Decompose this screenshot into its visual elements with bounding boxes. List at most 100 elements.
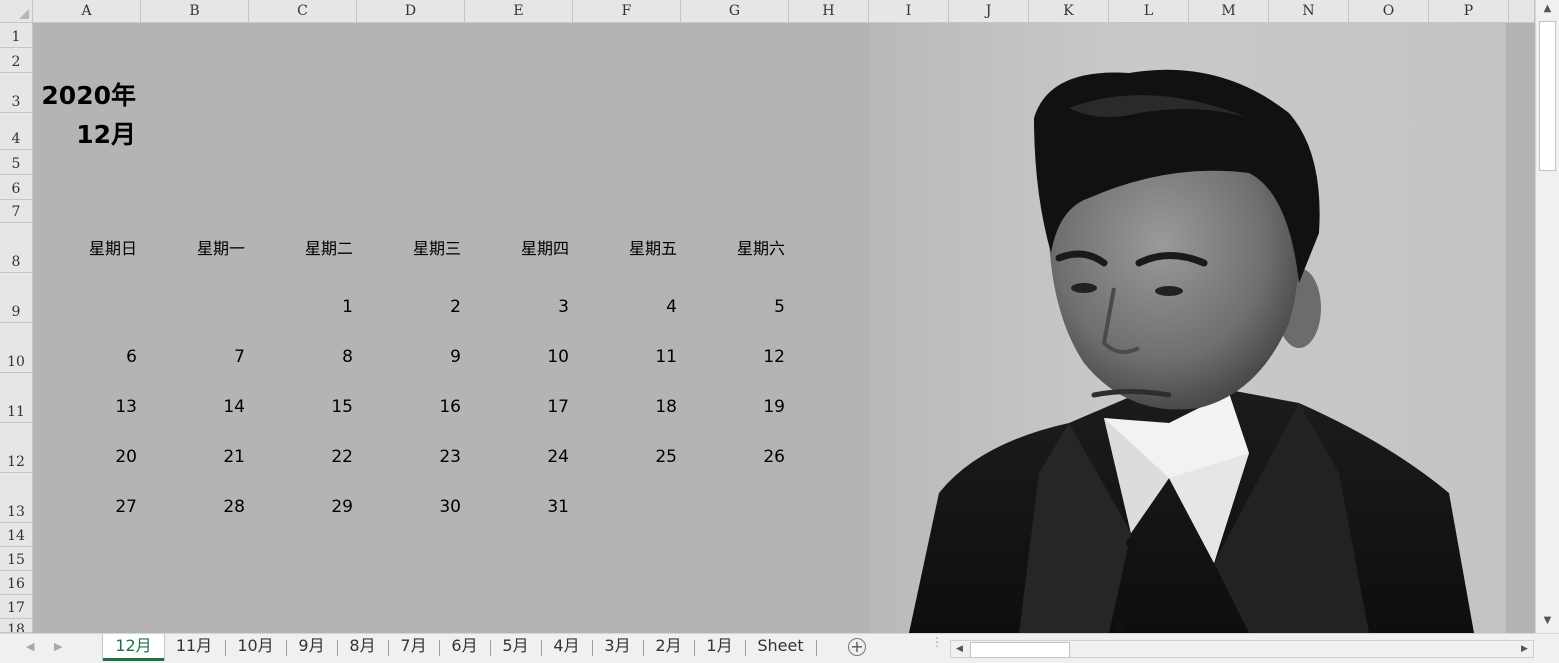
weekday-header: 星期一 — [196, 239, 245, 258]
calendar-day: 2 — [450, 297, 461, 317]
column-header-m[interactable]: M — [1189, 0, 1269, 23]
row-header-18[interactable]: 18 — [0, 619, 33, 633]
sheet-tab-5[interactable]: 5月 — [492, 634, 539, 660]
row-header-13[interactable]: 13 — [0, 473, 33, 523]
calendar-day: 25 — [655, 447, 677, 467]
add-sheet-plus-icon[interactable]: + — [848, 638, 866, 656]
scroll-right-arrow-icon[interactable]: ▶ — [1516, 641, 1533, 657]
column-header-c[interactable]: C — [249, 0, 357, 23]
tab-separator — [643, 640, 644, 656]
row-header-17[interactable]: 17 — [0, 595, 33, 619]
calendar-day: 11 — [655, 347, 677, 367]
calendar-year: 2020年 — [41, 81, 136, 110]
row-header-4[interactable]: 4 — [0, 113, 33, 150]
calendar-day: 23 — [439, 447, 461, 467]
column-header-d[interactable]: D — [357, 0, 465, 23]
row-header-2[interactable]: 2 — [0, 48, 33, 73]
row-header-9[interactable]: 9 — [0, 273, 33, 323]
column-header-f[interactable]: F — [573, 0, 681, 23]
sheet-tab-8[interactable]: 8月 — [339, 634, 386, 660]
calendar-day: 26 — [763, 447, 785, 467]
tab-separator — [541, 640, 542, 656]
worksheet-grid[interactable]: 2020年 12月 星期日 星期一 星期二 星期三 星期四 星期五 星期六 1 … — [33, 23, 1535, 633]
tab-separator — [490, 640, 491, 656]
vertical-scrollbar[interactable]: ▲ ▼ — [1535, 0, 1559, 633]
calendar-day: 6 — [126, 347, 137, 367]
tab-separator — [286, 640, 287, 656]
row-header-15[interactable]: 15 — [0, 547, 33, 571]
sheet-tab-6[interactable]: 6月 — [441, 634, 488, 660]
row-header-8[interactable]: 8 — [0, 223, 33, 273]
tab-separator — [225, 640, 226, 656]
row-number: 6 — [11, 181, 21, 197]
tab-scroll-left-icon[interactable]: ◀ — [26, 640, 34, 653]
calendar-day: 24 — [547, 447, 569, 467]
column-header-g[interactable]: G — [681, 0, 789, 23]
row-header-12[interactable]: 12 — [0, 423, 33, 473]
row-number: 5 — [11, 156, 21, 172]
sheet-tab-10[interactable]: 10月 — [227, 634, 284, 660]
weekday-header: 星期六 — [736, 239, 785, 258]
calendar-day: 12 — [763, 347, 785, 367]
tab-scroll-right-icon[interactable]: ▶ — [54, 640, 62, 653]
calendar-day: 9 — [450, 347, 461, 367]
sheet-tab-4[interactable]: 4月 — [543, 634, 590, 660]
scroll-left-arrow-icon[interactable]: ◀ — [951, 641, 968, 657]
row-header-7[interactable]: 7 — [0, 200, 33, 223]
sheet-tab-12[interactable]: 12月 — [103, 634, 164, 661]
row-header-1[interactable]: 1 — [0, 23, 33, 48]
row-header-10[interactable]: 10 — [0, 323, 33, 373]
column-header-p[interactable]: P — [1429, 0, 1509, 23]
calendar-day: 8 — [342, 347, 353, 367]
select-all-triangle — [19, 9, 29, 19]
scroll-down-arrow-icon[interactable]: ▼ — [1536, 612, 1559, 630]
row-header-5[interactable]: 5 — [0, 150, 33, 175]
row-header-3[interactable]: 3 — [0, 73, 33, 113]
calendar-day: 19 — [763, 397, 785, 417]
sheet-tab-3[interactable]: 3月 — [594, 634, 641, 660]
row-number: 13 — [7, 504, 25, 520]
row-header-16[interactable]: 16 — [0, 571, 33, 595]
sheet-tab-1[interactable]: 1月 — [696, 634, 743, 660]
sheet-tab-9[interactable]: 9月 — [288, 634, 335, 660]
weekday-header: 星期四 — [520, 239, 569, 258]
row-number: 10 — [7, 354, 25, 370]
sheet-tab-bar: ◀ ▶ 12月 11月 10月 9月 8月 7月 6月 5月 4月 3月 2月 … — [0, 633, 1559, 663]
calendar-day: 21 — [223, 447, 245, 467]
row-header-14[interactable]: 14 — [0, 523, 33, 547]
sheet-tab-7[interactable]: 7月 — [390, 634, 437, 660]
column-header-b[interactable]: B — [141, 0, 249, 23]
column-header-a[interactable]: A — [33, 0, 141, 23]
sheet-tab-sheet[interactable]: Sheet — [747, 634, 814, 660]
column-header-i[interactable]: I — [869, 0, 949, 23]
calendar-day: 4 — [666, 297, 677, 317]
row-number: 17 — [7, 600, 25, 616]
sheet-tab-11[interactable]: 11月 — [166, 634, 222, 660]
column-header-e[interactable]: E — [465, 0, 573, 23]
row-header-6[interactable]: 6 — [0, 175, 33, 200]
calendar-day: 10 — [547, 347, 569, 367]
tab-separator — [745, 640, 746, 656]
horizontal-scrollbar[interactable]: ◀ ▶ — [950, 640, 1534, 658]
calendar-day: 7 — [234, 347, 245, 367]
select-all-corner[interactable] — [0, 0, 33, 23]
calendar-day: 1 — [342, 297, 353, 317]
column-header-o[interactable]: O — [1349, 0, 1429, 23]
scroll-up-arrow-icon[interactable]: ▲ — [1536, 0, 1559, 18]
calendar-day: 17 — [547, 397, 569, 417]
column-header-h[interactable]: H — [789, 0, 869, 23]
column-header-n[interactable]: N — [1269, 0, 1349, 23]
row-header-11[interactable]: 11 — [0, 373, 33, 423]
column-header-l[interactable]: L — [1109, 0, 1189, 23]
weekday-header: 星期五 — [628, 239, 677, 258]
calendar-day: 16 — [439, 397, 461, 417]
column-header-k[interactable]: K — [1029, 0, 1109, 23]
portrait-photo[interactable] — [869, 23, 1506, 633]
column-header-j[interactable]: J — [949, 0, 1029, 23]
sheet-tab-2[interactable]: 2月 — [645, 634, 692, 660]
vertical-scroll-thumb[interactable] — [1539, 21, 1556, 171]
calendar-day: 13 — [115, 397, 137, 417]
tab-splitter-handle[interactable]: ⋮ — [931, 636, 943, 648]
row-number: 4 — [11, 131, 21, 147]
horizontal-scroll-thumb[interactable] — [970, 642, 1070, 658]
